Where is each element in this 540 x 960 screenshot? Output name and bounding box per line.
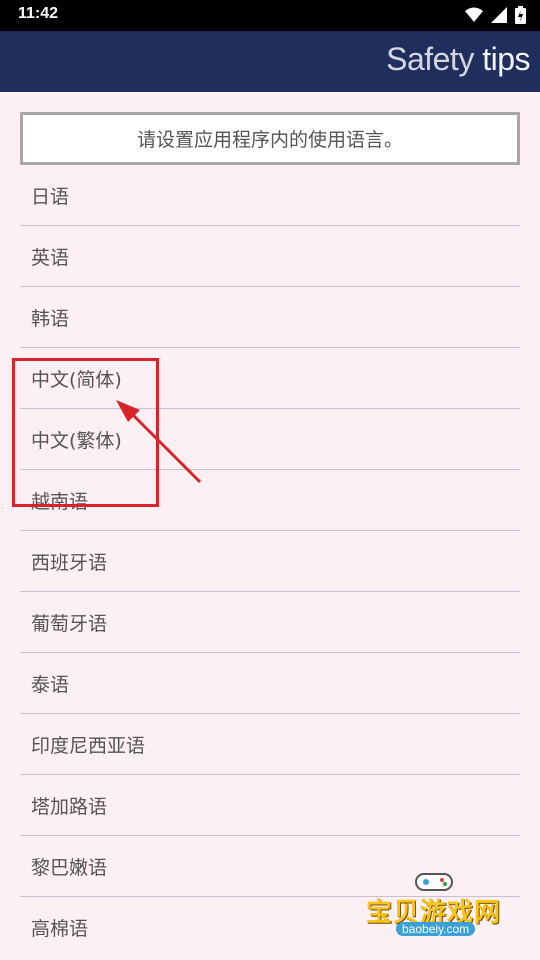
language-item-japanese[interactable]: 日语: [20, 165, 520, 226]
battery-icon: [515, 6, 526, 24]
app-title-part2: tips: [482, 41, 530, 77]
app-title-part1: Safety: [386, 41, 474, 77]
watermark-url: baobeiy.com: [396, 922, 476, 936]
status-bar: 11:42: [0, 0, 540, 31]
language-item-korean[interactable]: 韩语: [20, 287, 520, 348]
language-list: 日语 英语 韩语 中文(简体) 中文(繁体) 越南语 西班牙语 葡萄牙语 泰语 …: [20, 165, 520, 958]
signal-icon: [491, 7, 507, 23]
watermark-logo: 宝贝游戏网 baobeiy.com: [362, 868, 512, 948]
app-bar: Safety tips: [0, 31, 540, 92]
language-prompt: 请设置应用程序内的使用语言。: [20, 112, 520, 165]
gamepad-icon: [415, 873, 453, 891]
wifi-icon: [465, 7, 483, 22]
language-item-spanish[interactable]: 西班牙语: [20, 531, 520, 592]
language-item-thai[interactable]: 泰语: [20, 653, 520, 714]
app-title: Safety tips: [386, 41, 530, 78]
language-item-portuguese[interactable]: 葡萄牙语: [20, 592, 520, 653]
language-item-tagalog[interactable]: 塔加路语: [20, 775, 520, 836]
status-time: 11:42: [18, 5, 59, 22]
language-item-indonesian[interactable]: 印度尼西亚语: [20, 714, 520, 775]
status-icons: [465, 6, 526, 24]
annotation-highlight-box: [12, 358, 159, 507]
language-item-english[interactable]: 英语: [20, 226, 520, 287]
